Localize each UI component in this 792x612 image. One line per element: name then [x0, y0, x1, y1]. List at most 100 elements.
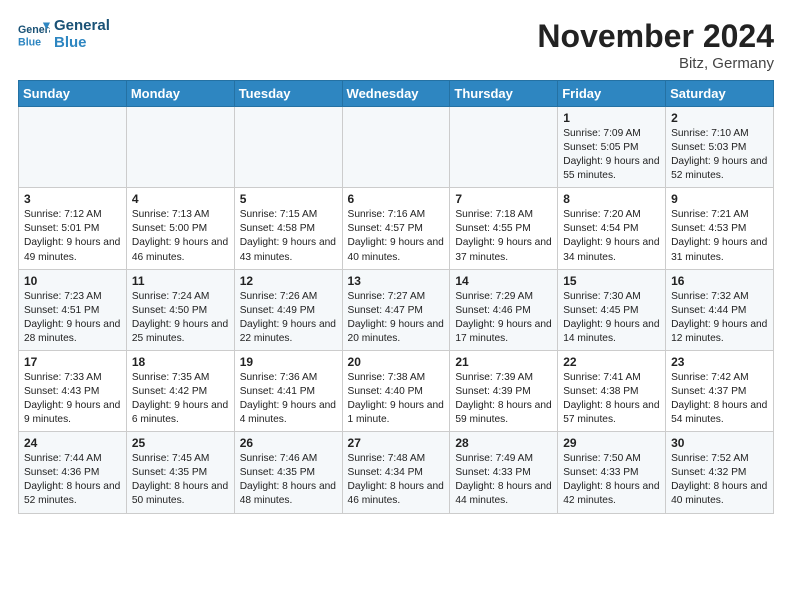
- title-block: November 2024 Bitz, Germany: [537, 18, 774, 72]
- calendar-cell: 7 Sunrise: 7:18 AM Sunset: 4:55 PM Daylig…: [450, 188, 558, 269]
- logo: General Blue General Blue: [18, 18, 110, 51]
- day-number: 19: [240, 355, 337, 369]
- calendar-cell: 10 Sunrise: 7:23 AM Sunset: 4:51 PM Dayli…: [19, 269, 127, 350]
- calendar-cell: 30 Sunrise: 7:52 AM Sunset: 4:32 PM Dayli…: [666, 432, 774, 513]
- day-info: Sunrise: 7:45 AM Sunset: 4:35 PM Dayligh…: [132, 452, 229, 508]
- calendar-cell: 26 Sunrise: 7:46 AM Sunset: 4:35 PM Dayli…: [234, 432, 342, 513]
- day-number: 28: [455, 436, 552, 450]
- month-title: November 2024: [537, 18, 774, 55]
- day-info: Sunrise: 7:20 AM Sunset: 4:54 PM Dayligh…: [563, 208, 660, 264]
- col-header-monday: Monday: [126, 81, 234, 107]
- calendar-cell: 18 Sunrise: 7:35 AM Sunset: 4:42 PM Dayli…: [126, 350, 234, 431]
- day-number: 13: [348, 274, 445, 288]
- day-number: 22: [563, 355, 660, 369]
- calendar-cell: 16Sunrise: 7:32 AM Sunset: 4:44 PM Dayli…: [666, 269, 774, 350]
- day-number: 29: [563, 436, 660, 450]
- calendar-cell: 5 Sunrise: 7:15 AM Sunset: 4:58 PM Daylig…: [234, 188, 342, 269]
- calendar-cell: 2Sunrise: 7:10 AM Sunset: 5:03 PM Daylig…: [666, 107, 774, 188]
- calendar-cell: 12 Sunrise: 7:26 AM Sunset: 4:49 PM Dayli…: [234, 269, 342, 350]
- calendar-cell: 21Sunrise: 7:39 AM Sunset: 4:39 PM Dayli…: [450, 350, 558, 431]
- day-info: Sunrise: 7:38 AM Sunset: 4:40 PM Dayligh…: [348, 371, 445, 427]
- day-number: 26: [240, 436, 337, 450]
- calendar-cell: 29 Sunrise: 7:50 AM Sunset: 4:33 PM Dayli…: [558, 432, 666, 513]
- day-info: Sunrise: 7:09 AM Sunset: 5:05 PM Dayligh…: [563, 127, 660, 183]
- day-info: Sunrise: 7:13 AM Sunset: 5:00 PM Dayligh…: [132, 208, 229, 264]
- day-number: 8: [563, 192, 660, 206]
- day-info: Sunrise: 7:16 AM Sunset: 4:57 PM Dayligh…: [348, 208, 445, 264]
- day-info: Sunrise: 7:50 AM Sunset: 4:33 PM Dayligh…: [563, 452, 660, 508]
- calendar-cell: 15 Sunrise: 7:30 AM Sunset: 4:45 PM Dayli…: [558, 269, 666, 350]
- day-info: Sunrise: 7:48 AM Sunset: 4:34 PM Dayligh…: [348, 452, 445, 508]
- col-header-thursday: Thursday: [450, 81, 558, 107]
- calendar-cell: 24 Sunrise: 7:44 AM Sunset: 4:36 PM Dayli…: [19, 432, 127, 513]
- day-info: Sunrise: 7:23 AM Sunset: 4:51 PM Dayligh…: [24, 290, 121, 346]
- day-info: Sunrise: 7:46 AM Sunset: 4:35 PM Dayligh…: [240, 452, 337, 508]
- calendar-cell: 6 Sunrise: 7:16 AM Sunset: 4:57 PM Daylig…: [342, 188, 450, 269]
- day-info: Sunrise: 7:36 AM Sunset: 4:41 PM Dayligh…: [240, 371, 337, 427]
- calendar-cell: [342, 107, 450, 188]
- page: General Blue General Blue November 2024 …: [0, 0, 792, 612]
- day-number: 10: [24, 274, 121, 288]
- header: General Blue General Blue November 2024 …: [18, 18, 774, 72]
- logo-line1: General: [54, 18, 110, 35]
- calendar-cell: [450, 107, 558, 188]
- calendar-table: SundayMondayTuesdayWednesdayThursdayFrid…: [18, 80, 774, 514]
- calendar-cell: 28 Sunrise: 7:49 AM Sunset: 4:33 PM Dayli…: [450, 432, 558, 513]
- calendar-cell: 9Sunrise: 7:21 AM Sunset: 4:53 PM Daylig…: [666, 188, 774, 269]
- day-number: 15: [563, 274, 660, 288]
- day-number: 30: [671, 436, 768, 450]
- calendar-cell: [19, 107, 127, 188]
- day-info: Sunrise: 7:39 AM Sunset: 4:39 PM Dayligh…: [455, 371, 552, 427]
- day-number: 11: [132, 274, 229, 288]
- day-info: Sunrise: 7:29 AM Sunset: 4:46 PM Dayligh…: [455, 290, 552, 346]
- logo-icon: General Blue: [18, 19, 50, 51]
- day-info: Sunrise: 7:49 AM Sunset: 4:33 PM Dayligh…: [455, 452, 552, 508]
- calendar-cell: [126, 107, 234, 188]
- col-header-saturday: Saturday: [666, 81, 774, 107]
- calendar-cell: 17Sunrise: 7:33 AM Sunset: 4:43 PM Dayli…: [19, 350, 127, 431]
- day-number: 6: [348, 192, 445, 206]
- day-number: 18: [132, 355, 229, 369]
- logo-line2: Blue: [54, 35, 110, 52]
- calendar-cell: 25Sunrise: 7:45 AM Sunset: 4:35 PM Dayli…: [126, 432, 234, 513]
- col-header-sunday: Sunday: [19, 81, 127, 107]
- calendar-cell: 3 Sunrise: 7:12 AM Sunset: 5:01 PM Daylig…: [19, 188, 127, 269]
- col-header-friday: Friday: [558, 81, 666, 107]
- col-header-tuesday: Tuesday: [234, 81, 342, 107]
- calendar-cell: 1 Sunrise: 7:09 AM Sunset: 5:05 PM Daylig…: [558, 107, 666, 188]
- day-info: Sunrise: 7:44 AM Sunset: 4:36 PM Dayligh…: [24, 452, 121, 508]
- day-info: Sunrise: 7:26 AM Sunset: 4:49 PM Dayligh…: [240, 290, 337, 346]
- calendar-cell: 14 Sunrise: 7:29 AM Sunset: 4:46 PM Dayli…: [450, 269, 558, 350]
- calendar-cell: 11 Sunrise: 7:24 AM Sunset: 4:50 PM Dayli…: [126, 269, 234, 350]
- day-info: Sunrise: 7:18 AM Sunset: 4:55 PM Dayligh…: [455, 208, 552, 264]
- day-number: 3: [24, 192, 121, 206]
- day-number: 1: [563, 111, 660, 125]
- day-number: 20: [348, 355, 445, 369]
- day-info: Sunrise: 7:15 AM Sunset: 4:58 PM Dayligh…: [240, 208, 337, 264]
- day-info: Sunrise: 7:52 AM Sunset: 4:32 PM Dayligh…: [671, 452, 768, 508]
- calendar-cell: 4 Sunrise: 7:13 AM Sunset: 5:00 PM Daylig…: [126, 188, 234, 269]
- day-number: 2: [671, 111, 768, 125]
- day-number: 12: [240, 274, 337, 288]
- location: Bitz, Germany: [537, 55, 774, 72]
- day-info: Sunrise: 7:27 AM Sunset: 4:47 PM Dayligh…: [348, 290, 445, 346]
- calendar-cell: 22Sunrise: 7:41 AM Sunset: 4:38 PM Dayli…: [558, 350, 666, 431]
- calendar-cell: 20 Sunrise: 7:38 AM Sunset: 4:40 PM Dayli…: [342, 350, 450, 431]
- day-number: 23: [671, 355, 768, 369]
- day-number: 16: [671, 274, 768, 288]
- day-info: Sunrise: 7:12 AM Sunset: 5:01 PM Dayligh…: [24, 208, 121, 264]
- day-number: 7: [455, 192, 552, 206]
- calendar-cell: 27Sunrise: 7:48 AM Sunset: 4:34 PM Dayli…: [342, 432, 450, 513]
- day-info: Sunrise: 7:42 AM Sunset: 4:37 PM Dayligh…: [671, 371, 768, 427]
- day-info: Sunrise: 7:35 AM Sunset: 4:42 PM Dayligh…: [132, 371, 229, 427]
- day-number: 14: [455, 274, 552, 288]
- calendar-cell: 8 Sunrise: 7:20 AM Sunset: 4:54 PM Daylig…: [558, 188, 666, 269]
- day-info: Sunrise: 7:21 AM Sunset: 4:53 PM Dayligh…: [671, 208, 768, 264]
- day-info: Sunrise: 7:24 AM Sunset: 4:50 PM Dayligh…: [132, 290, 229, 346]
- day-number: 24: [24, 436, 121, 450]
- calendar-cell: 13 Sunrise: 7:27 AM Sunset: 4:47 PM Dayli…: [342, 269, 450, 350]
- day-number: 4: [132, 192, 229, 206]
- day-number: 5: [240, 192, 337, 206]
- calendar-cell: 19 Sunrise: 7:36 AM Sunset: 4:41 PM Dayli…: [234, 350, 342, 431]
- day-info: Sunrise: 7:30 AM Sunset: 4:45 PM Dayligh…: [563, 290, 660, 346]
